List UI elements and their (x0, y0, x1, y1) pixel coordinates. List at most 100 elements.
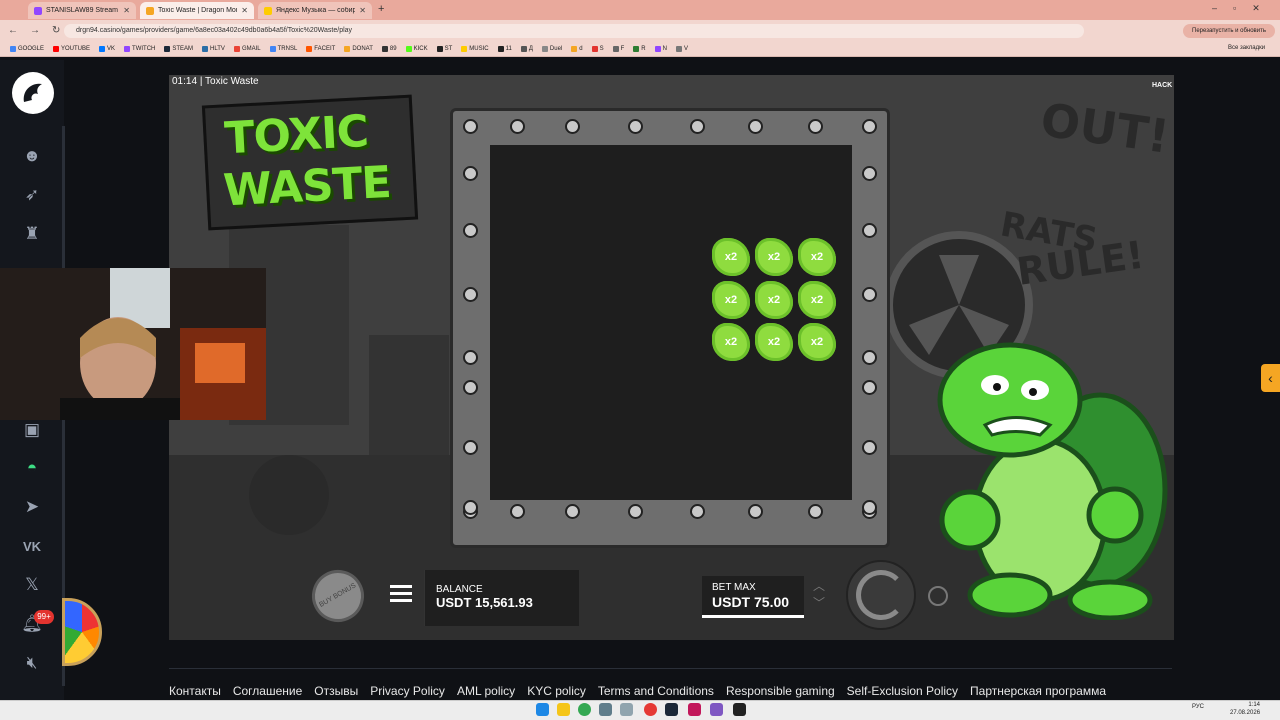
bolt-icon (463, 380, 478, 395)
spin-icon (856, 570, 906, 620)
bet-up-icon[interactable]: ︿ (813, 578, 825, 595)
back-icon[interactable]: ← (8, 25, 18, 36)
bet-value: USDT 75.00 (712, 594, 790, 610)
tab-yandex-music[interactable]: Яндекс Музыка — собирае... ✕ (258, 2, 372, 19)
maximize-icon[interactable]: ▫ (1233, 3, 1236, 14)
bookmark-item[interactable]: GMAIL (233, 46, 261, 52)
bookmark-icon (520, 46, 527, 52)
close-icon[interactable]: ✕ (241, 6, 248, 15)
telegram-icon[interactable]: ➤ (20, 495, 44, 519)
bookmark-item[interactable]: 89 (381, 46, 397, 52)
bolt-icon (463, 350, 478, 365)
bolt-icon (862, 166, 877, 181)
footer-link[interactable]: Privacy Policy (370, 684, 445, 698)
system-clock[interactable]: 1:14 27.08.2026 (1230, 701, 1260, 717)
bookmark-item[interactable]: V (675, 46, 688, 52)
all-bookmarks[interactable]: Все закладки (1228, 45, 1265, 51)
smile-icon[interactable]: ☻ (20, 144, 44, 168)
headset-icon[interactable]: ◓ (20, 456, 44, 480)
close-icon[interactable]: ✕ (359, 6, 366, 15)
footer-link[interactable]: Отзывы (314, 684, 358, 698)
reel-area (490, 145, 852, 500)
dragon-logo[interactable] (12, 72, 54, 114)
bookmark-icon (497, 46, 504, 52)
bookmark-icon (541, 46, 548, 52)
bookmark-item[interactable]: GOOGLE (10, 46, 44, 52)
bet-panel[interactable]: BET MAX USDT 75.00 (702, 576, 804, 618)
webcam-overlay (0, 268, 266, 420)
bookmark-item[interactable]: DONAT (344, 46, 373, 52)
provider-badge: HACK (1152, 82, 1173, 89)
footer-link[interactable]: KYC policy (527, 684, 586, 698)
footer-link[interactable]: Self-Exclusion Policy (847, 684, 958, 698)
bookmark-item[interactable]: HLTV (202, 46, 225, 52)
bookmark-item[interactable]: d (571, 46, 583, 52)
gift-icon[interactable]: ▣ (20, 418, 44, 442)
x-icon[interactable]: 𝕏 (20, 573, 44, 597)
reload-icon[interactable]: ↻ (52, 25, 60, 36)
bookmark-icon (269, 46, 276, 52)
footer-link[interactable]: Контакты (169, 684, 221, 698)
bookmark-item[interactable]: TWITCH (124, 46, 155, 52)
bookmark-icon (10, 46, 16, 52)
bookmark-item[interactable]: ST (436, 46, 452, 52)
footer-link[interactable]: AML policy (457, 684, 515, 698)
bookmark-icon (124, 46, 131, 52)
app-icon[interactable] (733, 703, 746, 716)
app-icon[interactable] (599, 703, 612, 716)
close-icon[interactable]: ✕ (123, 6, 130, 15)
forward-icon[interactable]: → (30, 25, 40, 36)
bookmark-item[interactable]: TRNSL (269, 46, 297, 52)
bookmark-item[interactable]: N (654, 46, 667, 52)
bolt-icon (862, 287, 877, 302)
app-icon[interactable] (620, 703, 633, 716)
bookmark-item[interactable]: 11 (497, 46, 512, 52)
url-field[interactable]: drgn94.casino/games/providers/game/6a8ec… (64, 24, 1084, 38)
menu-icon[interactable] (390, 585, 412, 605)
fortune-wheel-widget[interactable] (62, 598, 102, 666)
footer-links: Контакты Соглашение Отзывы Privacy Policy AM… (169, 684, 1169, 698)
language-indicator[interactable]: РУС (1192, 704, 1204, 710)
nav-buttons: ← → ↻ (8, 25, 60, 36)
new-tab-button[interactable]: + (378, 3, 384, 15)
bookmark-item[interactable]: YOUTUBE (53, 46, 90, 52)
windows-start-icon[interactable] (536, 703, 549, 716)
bolt-icon (510, 504, 525, 519)
footer-link[interactable]: Соглашение (233, 684, 302, 698)
chrome-icon[interactable] (578, 703, 591, 716)
bookmark-item[interactable]: Duel (541, 46, 562, 52)
bookmark-item[interactable]: S (591, 46, 604, 52)
footer-link[interactable]: Responsible gaming (726, 684, 835, 698)
bookmark-item[interactable]: MUSIC (461, 46, 489, 52)
bookmark-item[interactable]: VK (99, 46, 115, 52)
footer-link[interactable]: Партнерская программа (970, 684, 1106, 698)
bookmark-icon (571, 46, 578, 52)
steam-icon[interactable] (665, 703, 678, 716)
explorer-icon[interactable] (557, 703, 570, 716)
app-icon[interactable] (644, 703, 657, 716)
trophy-icon[interactable]: ♜ (20, 222, 44, 246)
bookmark-item[interactable]: F (612, 46, 624, 52)
footer-link[interactable]: Terms and Conditions (598, 684, 714, 698)
bookmark-item[interactable]: KICK (405, 46, 428, 52)
logo-line-1: TOXIC (223, 105, 370, 165)
app-icon[interactable] (688, 703, 701, 716)
minimize-icon[interactable]: – (1212, 3, 1217, 14)
vk-icon[interactable]: VK (20, 534, 44, 558)
bookmark-item[interactable]: Д (520, 46, 533, 52)
tab-toxic-waste[interactable]: Toxic Waste | Dragon Mone... ✕ (140, 2, 254, 19)
mute-icon[interactable]: 🔇︎ (20, 651, 44, 675)
bookmark-icon (53, 46, 60, 52)
bookmark-item[interactable]: R (633, 46, 646, 52)
bookmark-item[interactable]: STEAM (164, 46, 193, 52)
rocket-icon[interactable]: ➶ (20, 183, 44, 207)
bookmark-item[interactable]: FACEIT (306, 46, 335, 52)
tab-stream[interactable]: STANISLAW89 Stream - Watch ... ✕ (28, 2, 136, 19)
discord-icon[interactable] (710, 703, 723, 716)
bookmark-icon (344, 46, 351, 52)
bet-down-icon[interactable]: ﹀ (813, 595, 825, 612)
chevron-left-icon[interactable]: ‹ (1261, 364, 1280, 392)
close-window-icon[interactable]: ✕ (1252, 3, 1260, 14)
autoplay-icon[interactable] (928, 586, 948, 606)
restart-update-button[interactable]: Перезапустить и обновить (1183, 24, 1275, 38)
